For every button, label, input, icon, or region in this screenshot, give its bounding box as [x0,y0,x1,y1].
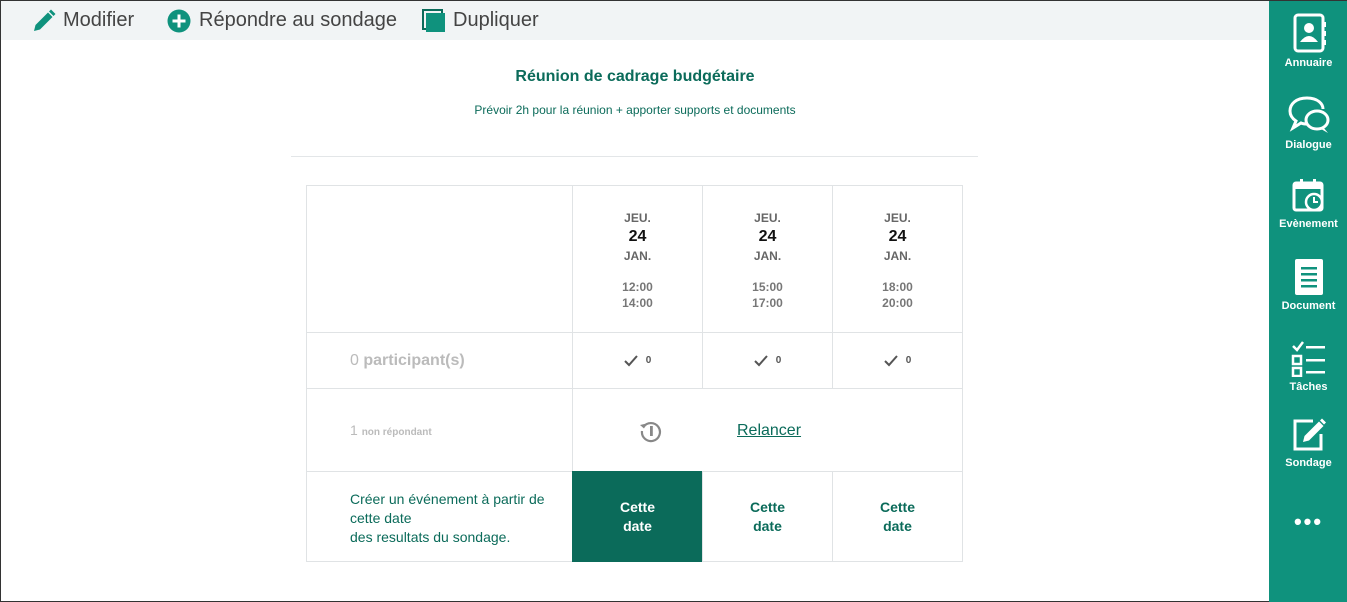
sidebar-item-annuaire[interactable]: Annuaire [1269,13,1347,69]
participants-cell: 0 participant(s) [306,332,573,389]
create-event-subtext: des resultats du sondage. [350,529,511,545]
vote-count: 0 [775,355,782,366]
poll-table: JEU. 24 JAN. 12:00 14:00 JEU. 24 JAN. 15… [306,185,963,562]
chat-bubbles-icon [1287,96,1329,133]
day-number: 24 [628,228,647,245]
duplicate-icon [422,8,445,32]
cette-date-button-3[interactable]: Cette date [832,471,963,562]
repondre-label: Répondre au sondage [199,9,397,31]
poll-subtitle: Prévoir 2h pour la réunion + apporter su… [474,103,796,117]
reminder-clock-icon[interactable] [639,419,663,443]
modifier-button[interactable]: Modifier [32,1,134,40]
plus-circle-icon [167,9,191,32]
vote-count: 0 [645,355,652,366]
sidebar-label: Evènement [1279,218,1338,230]
sidebar-item-dialogue[interactable]: Dialogue [1269,95,1347,151]
non-repondant-summary: 1 non répondant [350,422,432,438]
check-icon [624,354,638,366]
more-icon[interactable]: ••• [1269,509,1347,535]
end-time: 14:00 [622,296,653,310]
address-book-icon [1293,13,1326,53]
month: JAN. [753,249,782,263]
header-empty-cell [306,185,573,333]
sidebar-item-sondage[interactable]: Sondage [1269,417,1347,469]
day-name: JEU. [624,211,651,225]
check-icon [754,354,768,366]
create-event-cell: Créer un événement à partir de cette dat… [306,471,573,562]
dupliquer-button[interactable]: Dupliquer [422,1,539,40]
participants-summary: 0 participant(s) [350,352,465,370]
start-time: 12:00 [622,280,653,294]
non-repondant-count: 1 [350,422,358,438]
end-time: 17:00 [752,296,783,310]
day-name: JEU. [884,211,911,225]
cette-date-label: Cette date [749,498,785,534]
cette-date-button-2[interactable]: Cette date [702,471,833,562]
cette-date-label: Cette date [879,498,915,534]
month: JAN. [883,249,912,263]
relancer-link[interactable]: Relancer [737,422,801,440]
participants-count: 0 [350,351,359,369]
vote-cell-3: 0 [832,332,963,389]
create-event-text: Créer un événement à partir de cette dat… [350,491,545,526]
sidebar-item-evenement[interactable]: Evènement [1269,178,1347,230]
sidebar-label: Sondage [1285,457,1332,469]
tasks-icon [1291,341,1325,377]
check-icon [884,354,898,366]
app-sidebar: Annuaire Dialogue Evènement Document Tâc… [1269,1,1347,602]
pencil-icon [34,9,56,31]
sidebar-label: Document [1281,300,1336,312]
sidebar-item-taches[interactable]: Tâches [1269,341,1347,393]
vote-count: 0 [905,355,912,366]
cette-date-button-1[interactable]: Cette date [572,471,703,562]
start-time: 18:00 [882,280,913,294]
participants-label: participant(s) [363,351,465,369]
calendar-icon [1292,179,1323,212]
sidebar-label: Dialogue [1285,139,1332,151]
relancer-cell: Relancer [572,388,963,472]
sidebar-label: Annuaire [1284,57,1333,69]
date-header-1: JEU. 24 JAN. 12:00 14:00 [572,185,703,333]
date-header-2: JEU. 24 JAN. 15:00 17:00 [702,185,833,333]
non-repondant-label: non répondant [361,427,432,438]
day-number: 24 [758,228,777,245]
vote-cell-1: 0 [572,332,703,389]
divider [291,156,978,157]
day-number: 24 [888,228,907,245]
start-time: 15:00 [752,280,783,294]
day-name: JEU. [754,211,781,225]
month: JAN. [623,249,652,263]
end-time: 20:00 [882,296,913,310]
date-header-3: JEU. 24 JAN. 18:00 20:00 [832,185,963,333]
dupliquer-label: Dupliquer [453,9,539,31]
poll-title: Réunion de cadrage budgétaire [515,68,755,85]
cette-date-label: Cette date [619,498,655,534]
modifier-label: Modifier [63,9,135,31]
non-repondant-cell: 1 non répondant [306,388,573,472]
sidebar-label: Tâches [1289,381,1328,393]
vote-cell-2: 0 [702,332,833,389]
document-icon [1294,259,1323,295]
toolbar: Modifier Répondre au sondage Dupliquer [1,1,1269,40]
sidebar-item-document[interactable]: Document [1269,258,1347,312]
poll-edit-icon [1293,418,1326,451]
repondre-button[interactable]: Répondre au sondage [167,1,397,40]
